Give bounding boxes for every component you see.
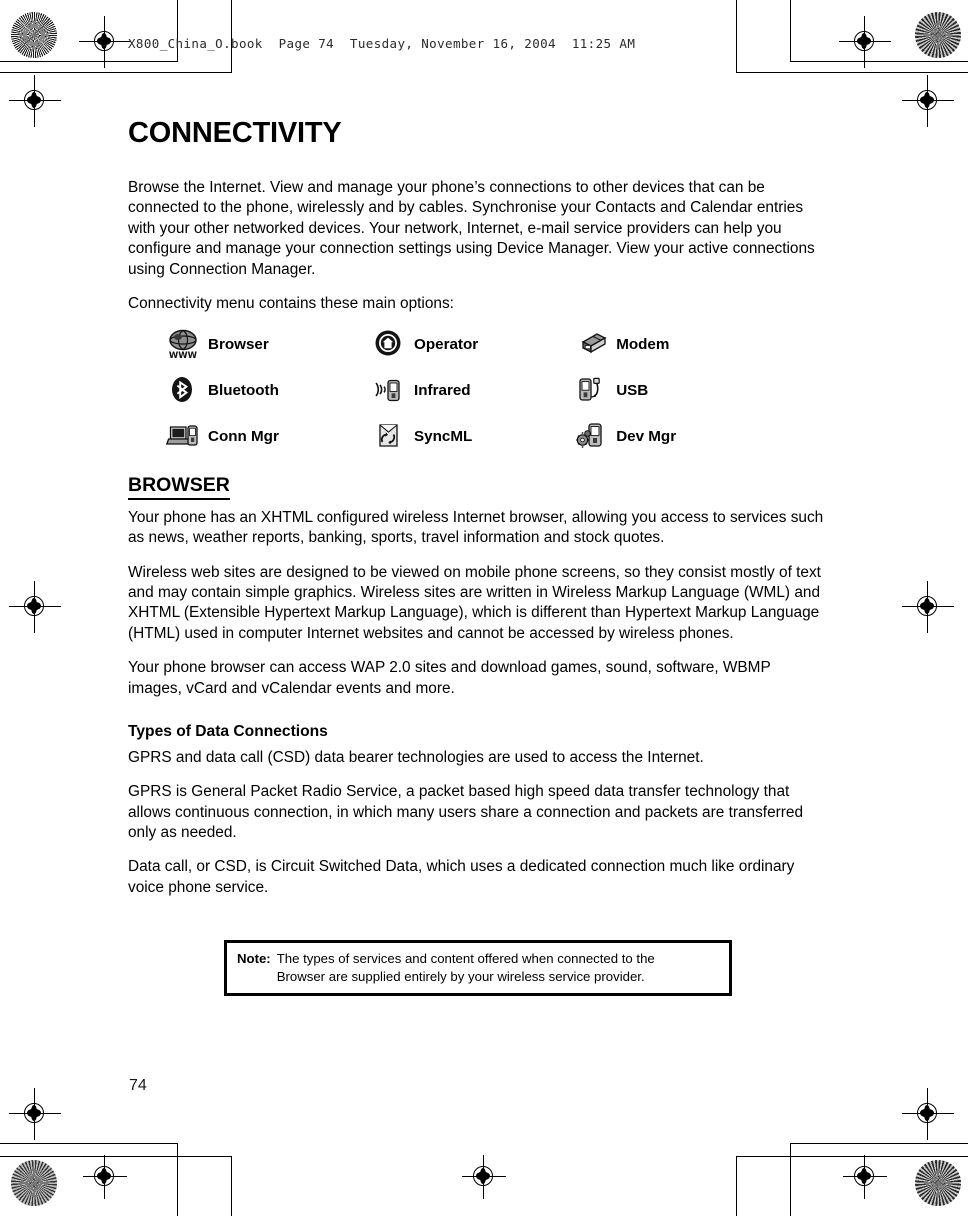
globe-www-icon: WWW [166,328,200,361]
data-connections-paragraph-3: Data call, or CSD, is Circuit Switched D… [128,858,795,896]
trim-line-bottom-left-outer [0,1143,178,1144]
trim-line-bottom-right-outer-v [790,1143,791,1216]
trim-line-bottom-right-inner [736,1156,968,1157]
registration-target-left-upper [9,75,61,127]
star-target-top-left [11,12,57,58]
trim-line-bottom-right-outer [790,1143,968,1144]
browser-paragraph-3: Your phone browser can access WAP 2.0 si… [128,659,771,697]
trim-line-top-right-outer-v [790,0,791,62]
trim-line-bottom-left-outer-v [177,1143,178,1216]
browser-paragraph-1: Your phone has an XHTML configured wirel… [128,508,824,547]
menu-item-label: Dev Mgr [616,427,677,445]
star-target-bottom-left [11,1160,57,1206]
trim-line-top-right-outer [790,61,968,62]
trim-line-top-left-outer-v [177,0,178,62]
note-line-1: The types of services and content offere… [276,951,655,966]
browser-paragraph-2: Wireless web sites are designed to be vi… [128,563,821,642]
connection-manager-icon [165,420,200,452]
infrared-icon [372,374,406,406]
registration-target-top-left-a [79,16,131,68]
menu-item-dev-mgr[interactable]: Dev Mgr [574,420,788,452]
menu-item-label: Conn Mgr [208,427,279,445]
page-number: 74 [129,1077,147,1094]
bluetooth-icon [166,374,200,406]
registration-target-bottom-left [83,1155,127,1199]
menu-item-syncml[interactable]: SyncML [372,420,574,452]
menu-lead-in: Connectivity menu contains these main op… [128,294,454,312]
menu-item-conn-mgr[interactable]: Conn Mgr [128,420,372,452]
svg-text:WWW: WWW [169,351,198,360]
registration-target-right-lower [902,1088,954,1140]
registration-target-left-middle [9,581,61,633]
menu-item-usb[interactable]: USB [574,374,788,406]
file-slug-line: X800_China_O.book Page 74 Tuesday, Novem… [128,36,636,51]
note-label: Note: [237,951,271,966]
trim-line-top-right-inner-v [736,0,737,73]
intro-paragraph: Browse the Internet. View and manage you… [128,178,815,278]
note-row: Note: The types of services and content … [237,950,719,985]
menu-item-bluetooth[interactable]: Bluetooth [128,374,372,406]
operator-home-icon [372,328,406,360]
menu-row: Bluetooth Infrared USB [128,374,788,406]
registration-target-top-right-a [839,16,891,68]
star-target-top-right [915,12,961,58]
chapter-title: CONNECTIVITY [128,117,342,149]
browser-section-header: BROWSER [128,474,828,500]
syncml-icon [372,420,406,452]
menu-item-label: Modem [616,335,670,353]
data-connections-paragraph-1: GPRS and data call (CSD) data bearer tec… [128,748,704,766]
menu-item-browser[interactable]: WWW Browser [128,328,372,361]
menu-item-operator[interactable]: Operator [372,328,574,360]
connectivity-menu-grid: WWW Browser Operator Modem Bluetooth Inf… [128,328,788,452]
registration-target-bottom-center [462,1155,506,1199]
usb-icon [574,374,608,406]
registration-target-bottom-right [843,1155,887,1199]
modem-icon [574,328,608,360]
menu-item-label: SyncML [414,427,473,445]
subsection-heading-data-connections: Types of Data Connections [128,723,328,740]
menu-item-label: USB [616,381,649,399]
menu-item-label: Browser [208,335,269,353]
note-body: The types of services and content offere… [277,950,719,985]
menu-item-label: Operator [414,335,479,353]
trim-line-bottom-right-inner-v [736,1156,737,1216]
menu-item-modem[interactable]: Modem [574,328,788,360]
menu-row: Conn Mgr SyncML Dev Mgr [128,420,788,452]
registration-target-right-middle [902,581,954,633]
device-manager-icon [574,420,608,452]
note-callout-box: Note: The types of services and content … [224,940,732,997]
menu-item-infrared[interactable]: Infrared [372,374,574,406]
menu-item-label: Infrared [414,381,471,399]
menu-row: WWW Browser Operator Modem [128,328,788,361]
trim-line-bottom-left-inner-v [231,1156,232,1216]
menu-item-label: Bluetooth [208,381,279,399]
data-connections-paragraph-2: GPRS is General Packet Radio Service, a … [128,783,804,841]
registration-target-left-lower [9,1088,61,1140]
star-target-bottom-right [915,1160,961,1206]
trim-line-bottom-left-inner [0,1156,232,1157]
trim-line-top-left-inner [0,72,232,73]
trim-line-top-right-inner [736,72,968,73]
note-line-2: Browser are supplied entirely by your wi… [276,968,645,984]
registration-target-right-upper [902,75,954,127]
section-heading-browser: BROWSER [128,474,230,500]
trim-line-top-left-outer [0,61,178,62]
page-content: CONNECTIVITY Browse the Internet. View a… [128,117,828,912]
